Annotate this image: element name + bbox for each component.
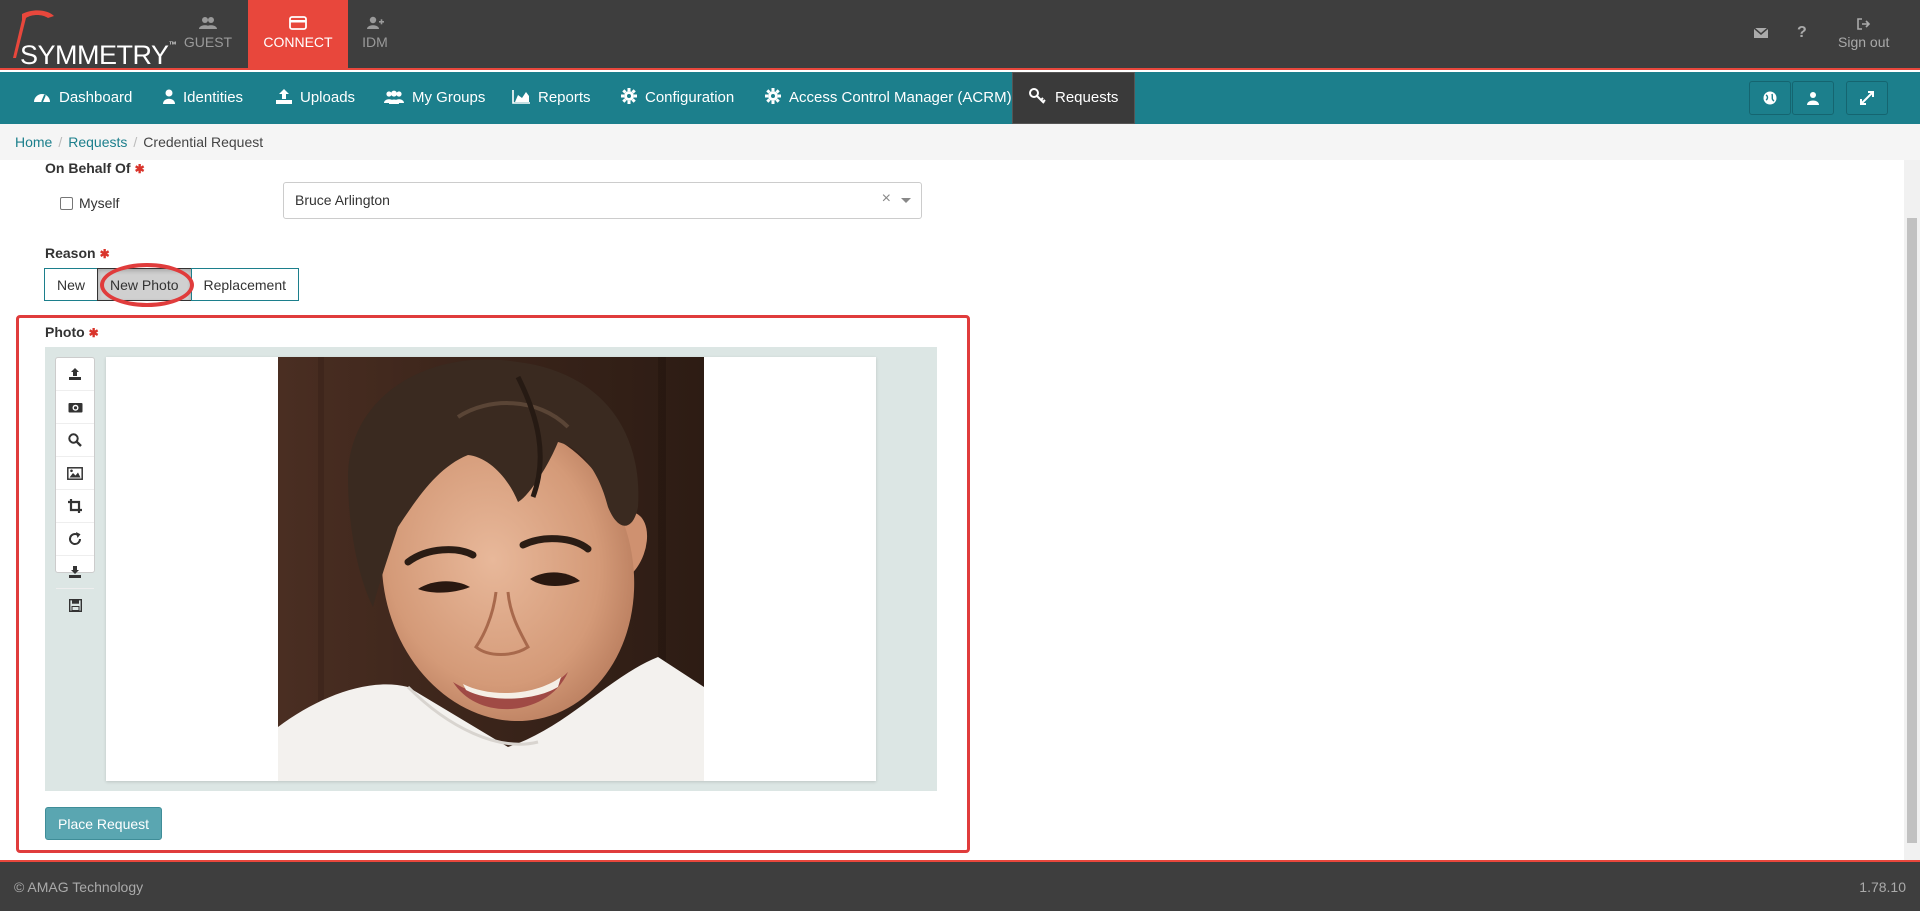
group-icon [199,17,217,29]
crop-icon[interactable] [56,490,94,523]
user-secret-icon [1807,92,1819,105]
user-profile-button[interactable] [1792,81,1834,115]
breadcrumb-current: Credential Request [143,134,264,150]
on-behalf-of-label: On Behalf Of ✱ [45,160,145,176]
on-behalf-of-value: Bruce Arlington [295,192,390,208]
required-icon: ✱ [88,326,99,340]
photo-canvas[interactable] [106,357,876,781]
nav-label: Requests [1055,89,1119,106]
portrait-image [278,357,704,781]
nav-identities[interactable]: Identities [163,72,243,124]
nav-requests[interactable]: Requests [1012,72,1136,124]
page-scrollbar[interactable] [1904,160,1920,860]
camera-icon[interactable] [56,391,94,424]
dashboard-icon [34,94,50,103]
chevron-down-icon[interactable] [901,198,911,203]
help-icon[interactable]: ? [1797,24,1807,42]
save-icon[interactable] [56,589,94,622]
footer: © AMAG Technology 1.78.10 [0,860,1920,911]
portrait-photo [278,357,704,781]
myself-label: Myself [79,195,120,211]
gear-icon [621,88,637,104]
nav-label: Uploads [300,89,356,106]
nav-my-groups[interactable]: My Groups [384,72,485,124]
version-text: 1.78.10 [1859,879,1906,895]
reason-new-button[interactable]: New [44,268,99,301]
main-nav: Dashboard Identities Uploads My Groups R… [0,72,1920,124]
reason-button-group: New New Photo Replacement [44,268,299,302]
photo-editor [45,347,937,791]
upload-icon [276,89,292,104]
mail-icon[interactable] [1753,26,1769,44]
sign-out-icon [1856,18,1870,30]
app-tab-label: GUEST [183,34,233,50]
nav-label: Reports [538,89,591,106]
expand-icon [1860,91,1874,105]
photo-toolbar [55,357,95,612]
rotate-icon[interactable] [56,523,94,556]
group-icon [384,90,404,104]
nav-label: Configuration [645,89,735,106]
top-bar: SYMMETRY™ GUEST CONNECT IDM ? Sign out [0,0,1920,70]
place-request-button[interactable]: Place Request [45,807,163,840]
area-chart-icon [512,90,530,104]
nav-label: Identities [183,89,244,106]
key-icon [1029,88,1046,104]
app-tab-label: IDM [362,34,388,50]
symmetry-logo[interactable]: SYMMETRY™ [8,6,177,70]
nav-label: Access Control Manager (ACRM) [789,89,1012,106]
globe-icon [1763,91,1777,105]
myself-checkbox-row[interactable]: Myself [60,195,119,211]
breadcrumb: Home / Requests / Credential Request [0,124,1920,160]
user-icon [163,89,175,104]
logo-text: SYMMETRY [20,40,169,70]
on-behalf-of-select[interactable]: Bruce Arlington × [283,182,922,219]
photo-label: Photo ✱ [45,324,99,340]
zoom-icon[interactable] [56,424,94,457]
user-add-icon [367,16,384,29]
copyright-text: © AMAG Technology [14,879,144,895]
breadcrumb-requests[interactable]: Requests [68,134,127,150]
required-icon: ✱ [99,247,110,261]
nav-uploads[interactable]: Uploads [276,72,355,124]
clear-icon[interactable]: × [882,190,891,208]
nav-reports[interactable]: Reports [512,72,591,124]
download-icon[interactable] [56,556,94,589]
reason-label: Reason ✱ [45,245,110,261]
card-icon [289,16,307,30]
app-tab-label: CONNECT [263,34,333,50]
myself-checkbox[interactable] [60,197,73,210]
nav-acrm[interactable]: Access Control Manager (ACRM) [765,72,1012,124]
gear-icon [765,88,781,104]
language-button[interactable] [1749,81,1791,115]
fullscreen-button[interactable] [1846,81,1888,115]
nav-dashboard[interactable]: Dashboard [33,72,132,124]
breadcrumb-home[interactable]: Home [15,134,52,150]
upload-icon[interactable] [56,358,94,391]
reason-new-photo-button[interactable]: New Photo [97,268,192,301]
app-tab-guest[interactable]: GUEST [158,0,258,70]
sign-out-button[interactable]: Sign out [1838,18,1889,50]
nav-label: My Groups [412,89,486,106]
image-icon[interactable] [56,457,94,490]
reason-replacement-button[interactable]: Replacement [190,268,299,301]
credential-request-form: On Behalf Of ✱ Myself Bruce Arlington × R… [0,160,1904,860]
nav-label: Dashboard [59,89,133,106]
sign-out-label: Sign out [1838,34,1890,50]
nav-configuration[interactable]: Configuration [621,72,734,124]
required-icon: ✱ [134,162,145,176]
scrollbar-thumb[interactable] [1907,218,1917,843]
app-tab-idm[interactable]: IDM [325,0,425,70]
